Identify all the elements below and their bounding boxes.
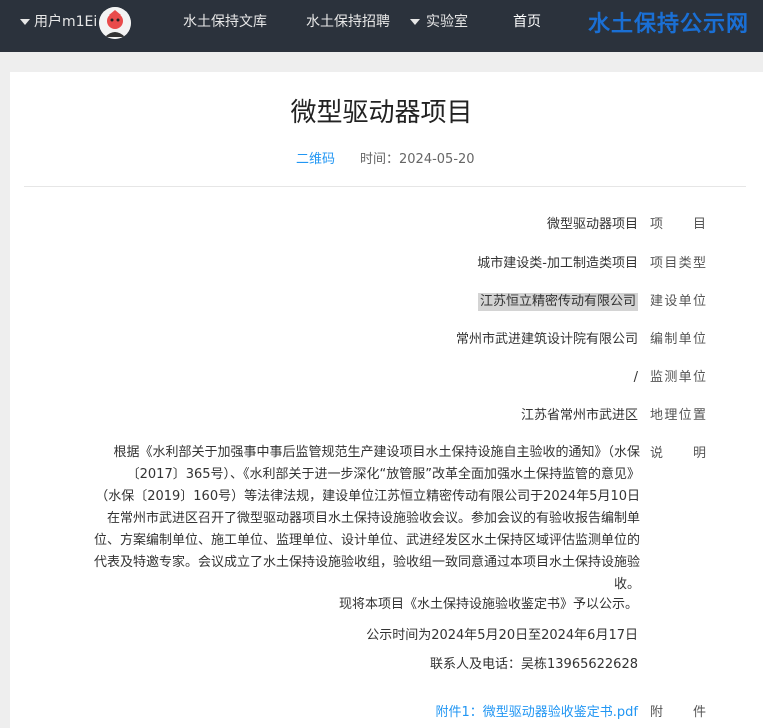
field-value-monitor: /: [633, 370, 638, 385]
field-value-type: 城市建设类-加工制造类项目: [477, 256, 638, 271]
chevron-down-icon: [410, 19, 420, 25]
field-label-description: 说明: [650, 446, 706, 461]
description-line: 根据《水利部关于加强事中事后监管规范生产建设项目水土保持设施自主验收的通知》（水…: [113, 445, 640, 460]
publish-time: 时间：2024-05-20: [360, 152, 475, 167]
nav-library[interactable]: 水土保持文库: [182, 0, 268, 44]
user-name[interactable]: 用户m1Ei: [34, 0, 97, 44]
field-label-location: 地理位置: [650, 408, 706, 423]
field-value-compiler: 常州市武进建筑设计院有限公司: [455, 332, 638, 347]
field-label-attachment: 附件: [650, 705, 706, 720]
notice-paragraph: 现将本项目《水土保持设施验收鉴定书》予以公示。: [338, 597, 638, 612]
field-value-project: 微型驱动器项目: [546, 217, 638, 232]
description-text: 根据《水利部关于加强事中事后监管规范生产建设项目水土保持设施自主验收的通知》（水…: [44, 442, 640, 596]
field-value-location: 江苏省常州市武进区: [520, 408, 638, 423]
description-line: 在常州市武进区召开了微型驱动器项目水土保持设施验收会议。参加会议的有验收报告编制…: [106, 511, 640, 526]
avatar[interactable]: [99, 7, 131, 39]
field-label-project: 项目: [650, 217, 706, 232]
qr-code-link[interactable]: 二维码: [296, 152, 335, 168]
user-avatar-icon: [99, 7, 131, 39]
field-label-builder: 建设单位: [650, 294, 706, 309]
description-line: （水保〔2019〕160号）等法律法规，建设单位江苏恒立精密传动有限公司于202…: [95, 489, 640, 504]
field-label-type: 项目类型: [650, 256, 706, 271]
nav-lab-dropdown[interactable]: 实验室: [410, 0, 476, 44]
description-line: 收。: [613, 577, 640, 592]
top-navbar: 水土保持公示网 首页 实验室 水土保持招聘 水土保持文库 用户m1Ei: [0, 0, 763, 52]
attachment-link[interactable]: 附件1：微型驱动器验收鉴定书.pdf: [436, 704, 638, 722]
nav-home[interactable]: 首页: [510, 0, 544, 44]
field-label-monitor: 监测单位: [650, 370, 706, 385]
notice-period: 公示时间为2024年5月20日至2024年6月17日: [366, 628, 638, 643]
site-logo[interactable]: 水土保持公示网: [586, 7, 751, 41]
contact-info: 联系人及电话：吴栋13965622628: [430, 657, 638, 672]
field-value-builder: 江苏恒立精密传动有限公司: [477, 293, 638, 311]
nav-jobs[interactable]: 水土保持招聘: [306, 0, 390, 44]
description-line: 〔2017〕365号）、《水利部关于进一步深化“放管服”改革全面加强水土保持监管…: [126, 467, 640, 482]
divider: [24, 186, 746, 187]
field-label-compiler: 编制单位: [650, 332, 706, 347]
page-title: 微型驱动器项目: [290, 98, 473, 128]
nav-lab-label: 实验室: [426, 14, 468, 30]
description-line: 代表及特邀专家。会议成立了水土保持设施验收组，验收组一致同意通过本项目水土保持设…: [93, 555, 640, 570]
user-menu-chevron-icon[interactable]: [20, 19, 30, 25]
description-line: 位、方案编制单位、施工单位、监理单位、设计单位、武进经发区水土保持区域评估监测单…: [93, 533, 640, 548]
